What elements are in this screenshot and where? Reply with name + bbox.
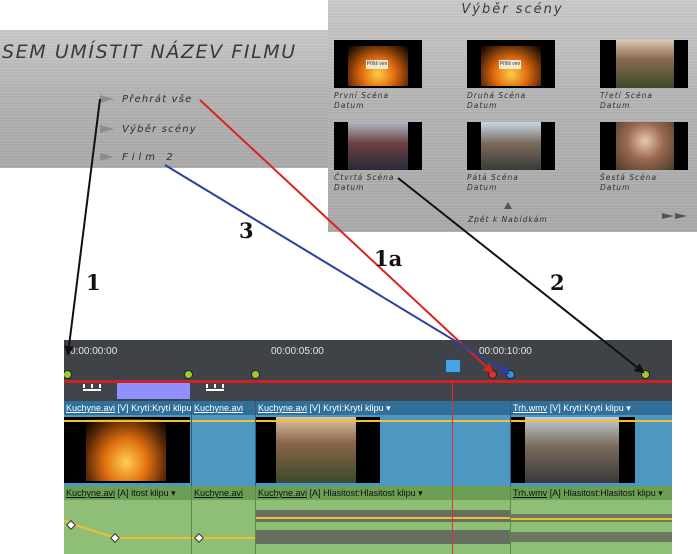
connector-2-label: 2	[550, 270, 565, 295]
connector-2-line	[397, 177, 645, 374]
connector-1-label: 1	[86, 270, 101, 295]
connector-1a-label: 1a	[374, 246, 403, 271]
connector-3-label: 3	[239, 218, 254, 243]
connector-3-line	[164, 164, 510, 375]
connector-1-line	[64, 98, 101, 356]
connector-overlay	[64, 98, 645, 375]
